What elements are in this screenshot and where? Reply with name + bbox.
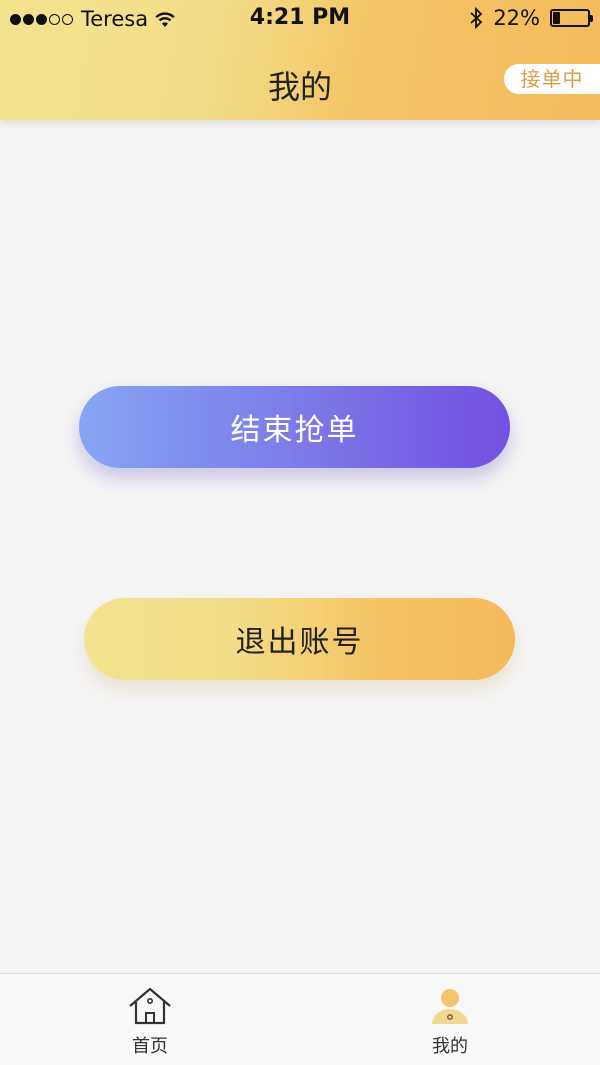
status-right: 22% xyxy=(469,6,593,30)
bluetooth-icon xyxy=(470,7,483,29)
battery-percent: 22% xyxy=(493,6,540,30)
home-icon xyxy=(129,987,171,1025)
user-icon xyxy=(432,989,468,1024)
accepting-orders-badge[interactable]: 接单中 xyxy=(504,64,600,94)
tab-home[interactable]: 首页 xyxy=(90,986,210,1058)
header-bar: Teresa 4:21 PM 22% 我的 接单中 xyxy=(0,0,600,120)
tab-mine-label: 我的 xyxy=(432,1036,468,1057)
tab-home-label: 首页 xyxy=(132,1036,168,1057)
tab-mine[interactable]: 我的 xyxy=(390,986,510,1058)
battery-icon xyxy=(550,9,593,27)
logout-button[interactable]: 退出账号 xyxy=(84,598,515,680)
battery-level xyxy=(553,12,560,24)
end-grab-orders-button[interactable]: 结束抢单 xyxy=(79,386,510,468)
status-bar: Teresa 4:21 PM 22% xyxy=(0,0,600,40)
tab-bar: 首页 我的 xyxy=(0,973,600,1065)
